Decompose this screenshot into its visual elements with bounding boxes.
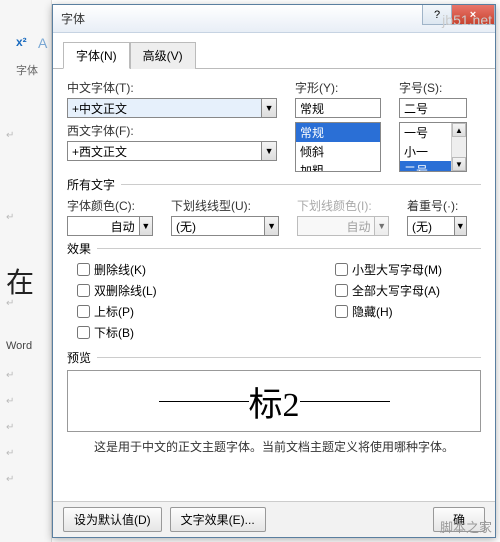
titlebar[interactable]: 字体 ? × xyxy=(53,5,495,33)
paragraph-mark: ↵ xyxy=(6,474,14,485)
scroll-down-icon[interactable]: ▼ xyxy=(452,157,466,171)
underline-color-input xyxy=(298,217,374,235)
preview-underline xyxy=(300,400,390,402)
dropdown-icon[interactable]: ▼ xyxy=(261,142,276,160)
check-allcaps[interactable]: 全部大写字母(A) xyxy=(335,282,442,299)
ok-button[interactable]: 确 xyxy=(433,507,485,532)
tab-strip: 字体(N) 高级(V) xyxy=(53,33,495,69)
check-superscript[interactable]: 上标(P) xyxy=(77,303,267,320)
check-smallcaps[interactable]: 小型大写字母(M) xyxy=(335,261,442,278)
emphasis-combo[interactable]: ▼ xyxy=(407,216,467,236)
paragraph-mark: ↵ xyxy=(6,212,14,223)
dropdown-icon[interactable]: ▼ xyxy=(454,217,466,235)
dropdown-icon[interactable]: ▼ xyxy=(261,99,276,117)
dropdown-icon: ▼ xyxy=(374,217,388,235)
default-button[interactable]: 设为默认值(D) xyxy=(63,507,162,532)
dialog-footer: 设为默认值(D) 文字效果(E)... 确 xyxy=(53,501,495,537)
emphasis-input[interactable] xyxy=(408,217,454,235)
check-strike[interactable]: 删除线(K) xyxy=(77,261,267,278)
check-hidden[interactable]: 隐藏(H) xyxy=(335,303,442,320)
dialog-title: 字体 xyxy=(61,10,85,27)
font-dialog: 字体 ? × 字体(N) 高级(V) 中文字体(T): ▼ 字形(Y): xyxy=(52,4,496,538)
label-font-color: 字体颜色(C): xyxy=(67,197,153,214)
label-emphasis: 着重号(·): xyxy=(407,197,467,214)
tab-font[interactable]: 字体(N) xyxy=(63,42,130,69)
font-style-input-box[interactable] xyxy=(295,98,381,118)
close-button[interactable]: × xyxy=(451,5,495,25)
list-item[interactable]: 加粗 xyxy=(296,161,380,172)
font-size-listbox[interactable]: 一号 小一 二号 ▲ ▼ xyxy=(399,122,467,172)
font-color-combo[interactable]: ▼ xyxy=(67,216,153,236)
doc-word: Word xyxy=(6,340,32,352)
underline-input[interactable] xyxy=(172,217,264,235)
group-effects: 效果 xyxy=(67,240,481,257)
label-underline: 下划线线型(U): xyxy=(171,197,279,214)
group-preview: 预览 xyxy=(67,349,481,366)
list-item[interactable]: 倾斜 xyxy=(296,142,380,161)
underline-color-combo: ▼ xyxy=(297,216,389,236)
preview-underline xyxy=(159,400,249,402)
label-chinese-font: 中文字体(T): xyxy=(67,79,277,96)
font-size-input-box[interactable] xyxy=(399,98,467,118)
preview-note: 这是用于中文的正文主题字体。当前文档主题定义将使用哪种字体。 xyxy=(67,438,481,455)
chinese-font-input[interactable] xyxy=(68,99,261,117)
list-item[interactable]: 常规 xyxy=(296,123,380,142)
help-button[interactable]: ? xyxy=(422,5,452,25)
paragraph-mark: ↵ xyxy=(6,298,14,309)
western-font-input[interactable] xyxy=(68,142,261,160)
dropdown-icon[interactable]: ▼ xyxy=(264,217,278,235)
label-western-font: 西文字体(F): xyxy=(67,122,277,139)
label-font-style: 字形(Y): xyxy=(295,79,381,96)
paragraph-mark: ↵ xyxy=(6,396,14,407)
dropdown-icon[interactable]: ▼ xyxy=(139,217,152,235)
paragraph-mark: ↵ xyxy=(6,422,14,433)
text-effects-button[interactable]: 文字效果(E)... xyxy=(170,507,266,532)
label-font-size: 字号(S): xyxy=(399,79,467,96)
western-font-combo[interactable]: ▼ xyxy=(67,141,277,161)
scrollbar[interactable]: ▲ ▼ xyxy=(451,123,466,171)
underline-combo[interactable]: ▼ xyxy=(171,216,279,236)
paragraph-mark: ↵ xyxy=(6,370,14,381)
superscript-button[interactable]: x² xyxy=(16,35,27,49)
ribbon-group-label: 字体 xyxy=(16,62,38,78)
tab-advanced[interactable]: 高级(V) xyxy=(130,42,196,69)
paragraph-mark: ↵ xyxy=(6,448,14,459)
check-subscript[interactable]: 下标(B) xyxy=(77,324,267,341)
paragraph-mark: ↵ xyxy=(6,130,14,141)
scroll-up-icon[interactable]: ▲ xyxy=(452,123,466,137)
group-all-text: 所有文字 xyxy=(67,176,481,193)
text-effect-button[interactable]: A xyxy=(38,35,47,51)
font-color-input[interactable] xyxy=(68,217,139,235)
preview-box: 标2 xyxy=(67,370,481,432)
font-style-input[interactable] xyxy=(296,99,380,117)
doc-text: 在 xyxy=(6,261,34,301)
preview-sample: 标2 xyxy=(249,377,300,426)
font-style-listbox[interactable]: 常规 倾斜 加粗 xyxy=(295,122,381,172)
label-underline-color: 下划线颜色(I): xyxy=(297,197,389,214)
chinese-font-combo[interactable]: ▼ xyxy=(67,98,277,118)
font-size-input[interactable] xyxy=(400,99,466,117)
check-dstrike[interactable]: 双删除线(L) xyxy=(77,282,267,299)
